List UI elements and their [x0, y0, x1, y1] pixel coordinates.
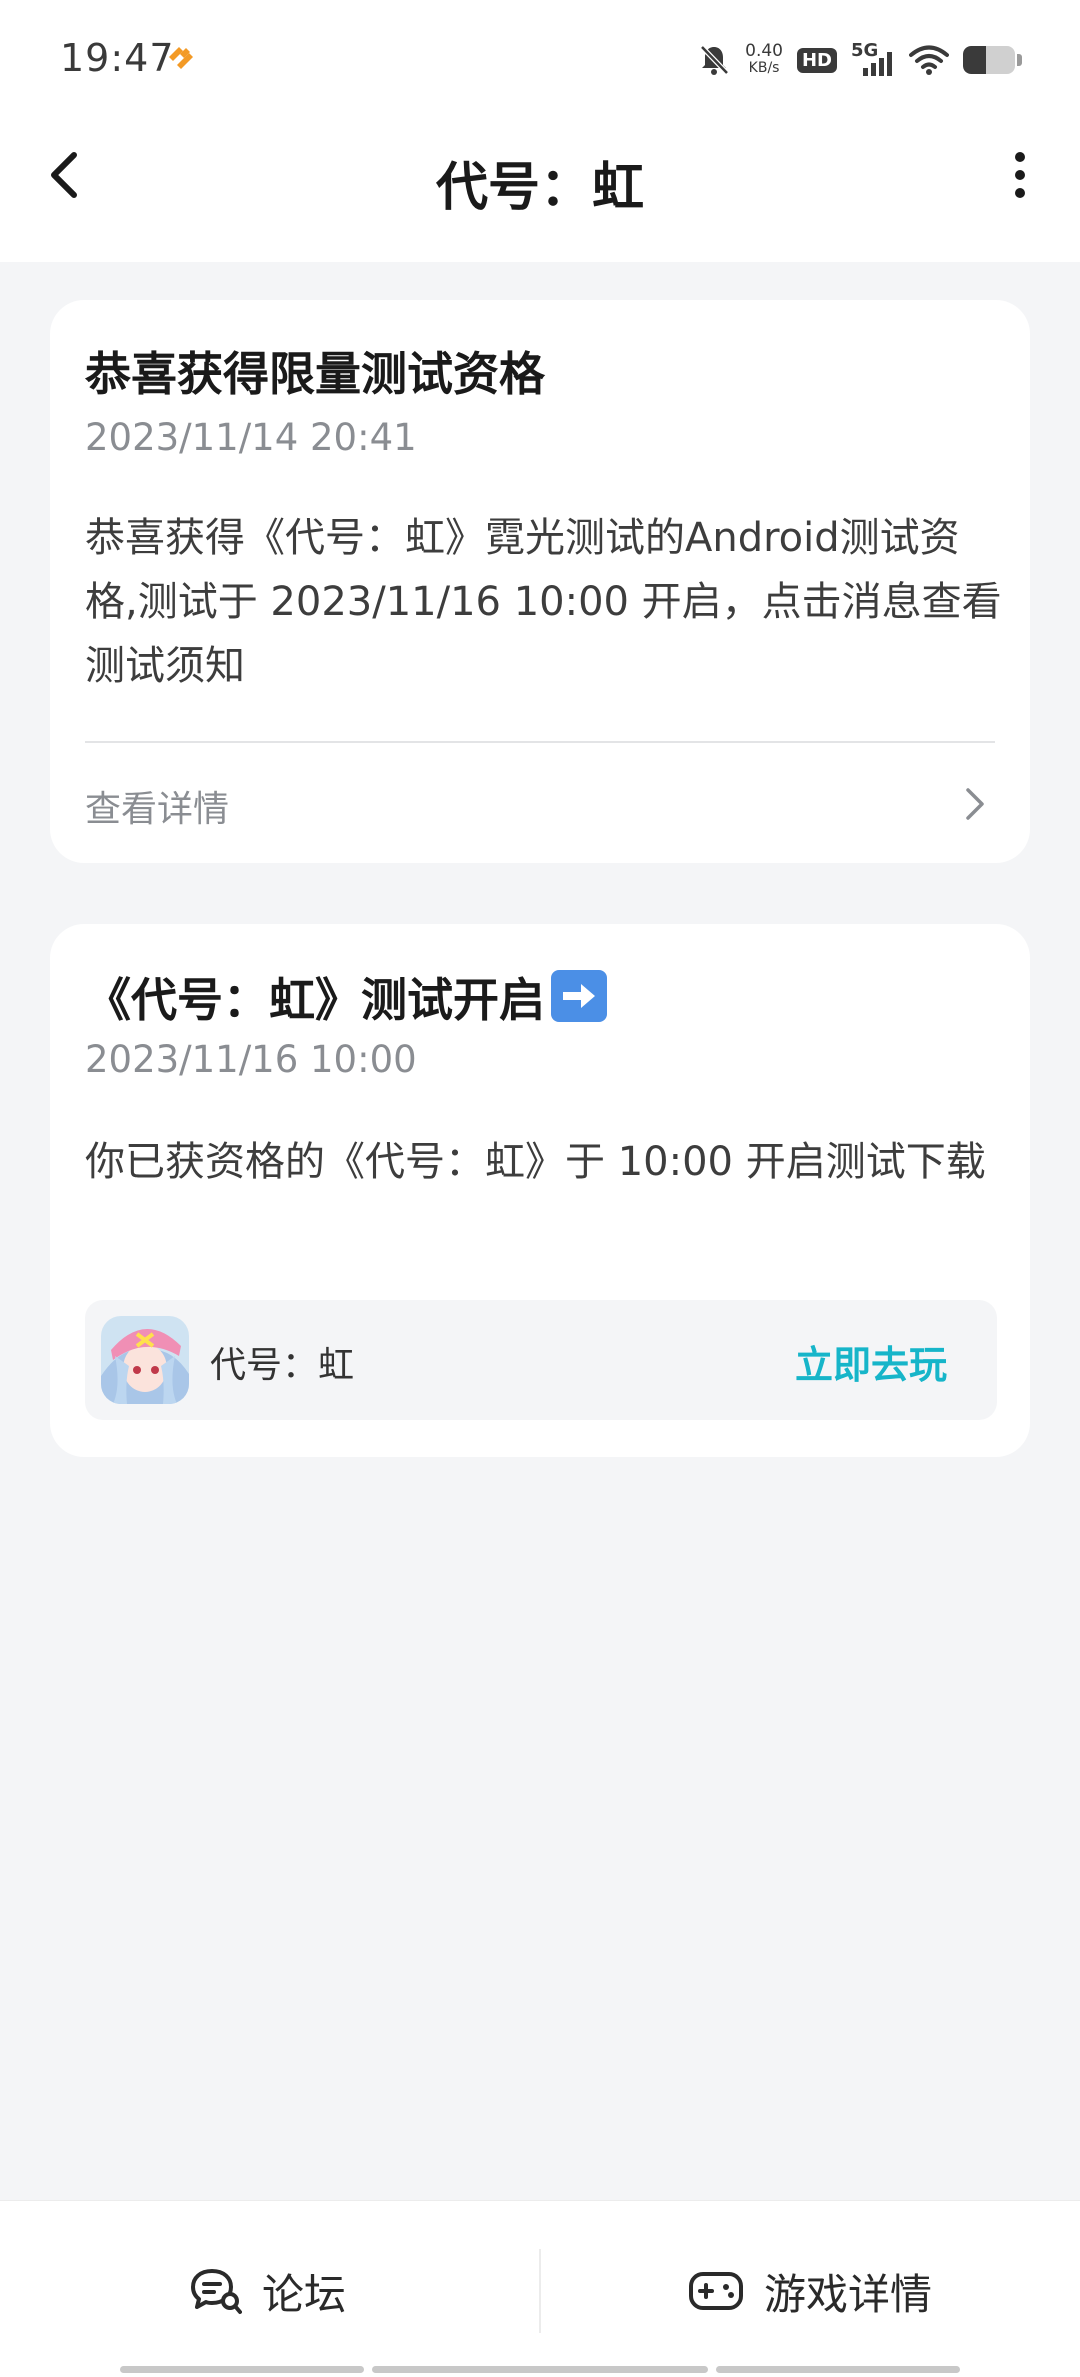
message-card[interactable]: 恭喜获得限量测试资格 2023/11/14 20:41 恭喜获得《代号：虹》霓光…	[50, 300, 1030, 863]
mute-bell-icon	[700, 45, 729, 75]
game-entry[interactable]: 代号：虹 立即去玩	[85, 1300, 997, 1420]
gesture-bar-segment	[372, 2366, 708, 2373]
wifi-icon	[909, 45, 949, 75]
forum-tab[interactable]: 论坛	[190, 2261, 346, 2321]
right-arrow-emoji-icon	[551, 970, 607, 1022]
battery-icon	[963, 46, 1015, 74]
net-speed-value: 0.40	[745, 41, 783, 61]
brand-heart-icon	[169, 47, 193, 69]
message-title: 《代号：虹》测试开启	[85, 973, 545, 1027]
divider	[85, 741, 995, 743]
forum-chat-icon	[191, 2269, 242, 2314]
net-speed-unit: KB/s	[748, 60, 780, 76]
net-speed: 0.40 KB/s	[745, 43, 783, 77]
bottom-bar: 论坛 游戏详情	[0, 2200, 1080, 2377]
status-bar: 19:47 0.40 KB/s HD 5G	[0, 0, 1080, 115]
game-name: 代号：虹	[210, 1345, 355, 1386]
chevron-right-icon[interactable]	[962, 782, 990, 826]
play-now-button[interactable]: 立即去玩	[795, 1334, 947, 1389]
header-bar: 代号：虹	[0, 115, 1080, 262]
game-detail-label: 游戏详情	[764, 2269, 933, 2319]
message-body: 你已获资格的《代号：虹》于 10:00 开启测试下载	[85, 1139, 986, 1185]
page-title: 代号：虹	[435, 158, 644, 218]
game-avatar-icon	[101, 1316, 189, 1404]
message-body: 恭喜获得《代号：虹》霓光测试的Android测试资格,测试于 2023/11/1…	[85, 515, 1002, 689]
signal-indicator: 5G	[851, 40, 895, 78]
signal-icon	[863, 52, 892, 76]
gamepad-icon	[689, 2272, 743, 2310]
tab-separator	[539, 2249, 541, 2333]
view-detail-link[interactable]: 查看详情	[85, 780, 229, 832]
forum-label: 论坛	[262, 2269, 347, 2319]
top-area: 19:47 0.40 KB/s HD 5G 代号：虹	[0, 0, 1080, 262]
gesture-bar-segment	[120, 2366, 364, 2373]
message-card: 《代号：虹》测试开启 2023/11/16 10:00 你已获资格的《代号：虹》…	[50, 924, 1030, 1457]
message-date: 2023/11/16 10:00	[85, 1038, 417, 1081]
message-title: 恭喜获得限量测试资格	[85, 347, 545, 401]
gesture-bar-segment	[716, 2366, 960, 2373]
hd-badge: HD	[796, 47, 837, 73]
status-time: 19:47	[60, 36, 175, 80]
battery-tip	[1017, 54, 1022, 66]
message-date: 2023/11/14 20:41	[85, 416, 417, 459]
status-icons: 0.40 KB/s HD 5G	[697, 40, 1022, 80]
game-detail-tab[interactable]: 游戏详情	[688, 2261, 932, 2321]
battery-fill	[963, 46, 987, 74]
message-title-wrap: 《代号：虹》测试开启	[85, 964, 607, 1030]
more-vertical-icon[interactable]	[1000, 145, 1040, 205]
